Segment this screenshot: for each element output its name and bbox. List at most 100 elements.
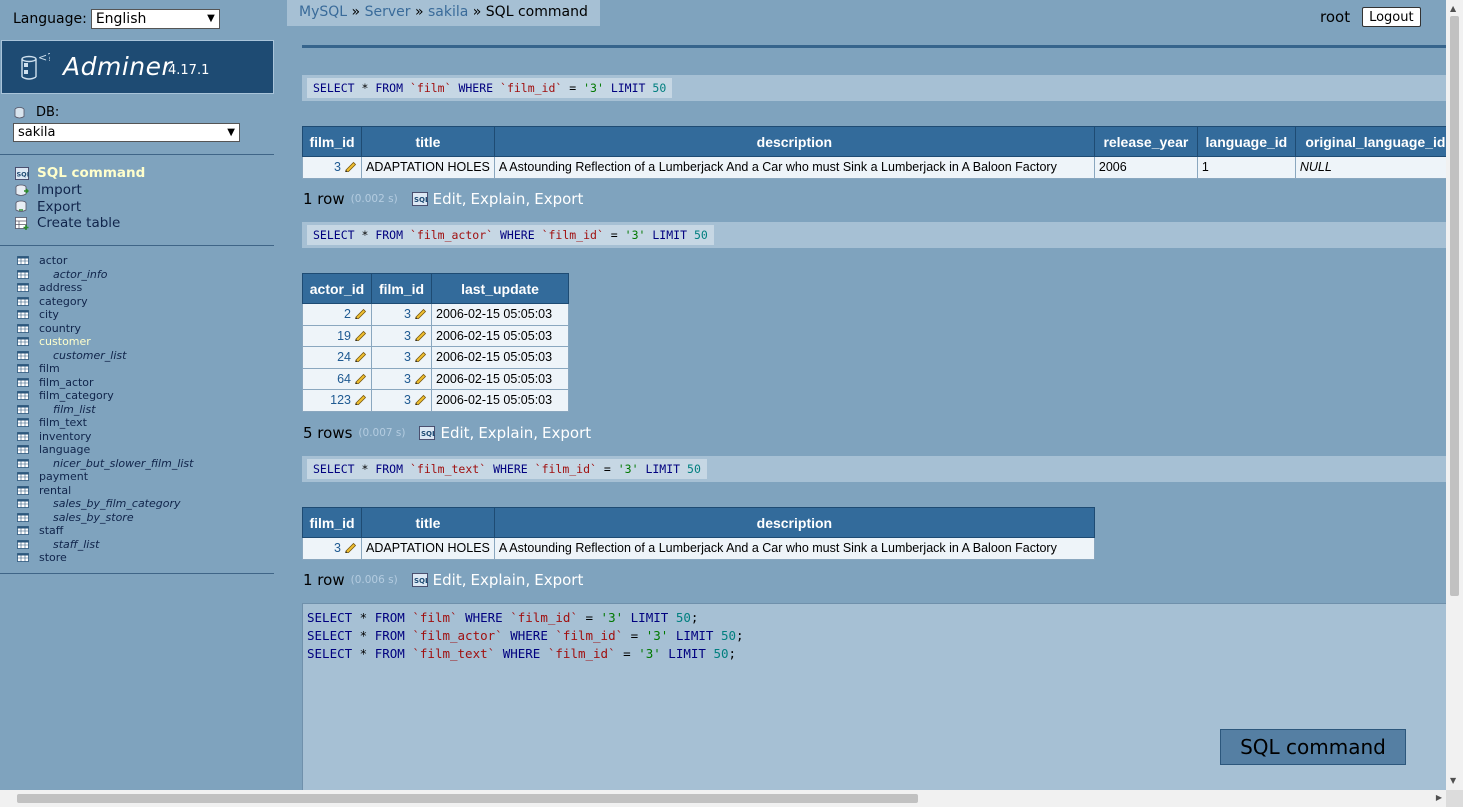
- table-link[interactable]: customer_list: [53, 349, 126, 362]
- column-header[interactable]: description: [493, 507, 1095, 538]
- table-item-actor_info[interactable]: actor_info: [17, 268, 193, 282]
- table-item-sales_by_film_category[interactable]: sales_by_film_category: [17, 497, 193, 511]
- explain-link[interactable]: Explain: [471, 571, 526, 589]
- table-item-nicer_but_slower_film_list[interactable]: nicer_but_slower_film_list: [17, 457, 193, 471]
- menu-item-import[interactable]: Import: [15, 182, 145, 199]
- column-header[interactable]: title: [361, 126, 495, 157]
- table-icon[interactable]: [17, 472, 29, 482]
- table-item-inventory[interactable]: inventory: [17, 430, 193, 444]
- horizontal-scrollbar[interactable]: ▶: [0, 790, 1446, 807]
- key-link[interactable]: 24: [337, 350, 351, 364]
- table-icon[interactable]: [17, 256, 29, 266]
- query-sql[interactable]: SELECT * FROM `film` WHERE `film_id` = '…: [307, 78, 673, 98]
- explain-link[interactable]: Explain: [478, 424, 533, 442]
- table-item-film[interactable]: film: [17, 362, 193, 376]
- table-link[interactable]: nicer_but_slower_film_list: [53, 457, 193, 470]
- key-link[interactable]: 3: [334, 160, 341, 174]
- table-link[interactable]: payment: [39, 470, 88, 483]
- run-sql-button[interactable]: SQL command: [1220, 729, 1406, 765]
- table-link[interactable]: sales_by_film_category: [53, 497, 181, 510]
- table-icon[interactable]: [17, 526, 29, 536]
- edit-link[interactable]: [411, 350, 427, 364]
- column-header[interactable]: language_id: [1196, 126, 1296, 157]
- table-link[interactable]: film_category: [39, 389, 114, 402]
- table-icon[interactable]: [17, 283, 29, 293]
- table-icon[interactable]: [17, 553, 29, 563]
- logout-button[interactable]: Logout: [1362, 7, 1421, 27]
- table-link[interactable]: customer: [39, 335, 91, 348]
- table-item-film_text[interactable]: film_text: [17, 416, 193, 430]
- table-icon[interactable]: [17, 391, 29, 401]
- table-item-sales_by_store[interactable]: sales_by_store: [17, 511, 193, 525]
- table-item-language[interactable]: language: [17, 443, 193, 457]
- table-link[interactable]: category: [39, 295, 88, 308]
- table-link[interactable]: sales_by_store: [53, 511, 134, 524]
- key-link[interactable]: 3: [404, 372, 411, 386]
- key-link[interactable]: 3: [404, 329, 411, 343]
- table-link[interactable]: city: [39, 308, 59, 321]
- table-link[interactable]: film: [39, 362, 60, 375]
- edit-link[interactable]: [351, 329, 367, 343]
- scroll-right-icon[interactable]: ▶: [1436, 793, 1442, 802]
- table-item-staff[interactable]: staff: [17, 524, 193, 538]
- table-item-film_category[interactable]: film_category: [17, 389, 193, 403]
- table-link[interactable]: staff_list: [53, 538, 99, 551]
- edit-link[interactable]: [341, 541, 357, 555]
- table-icon[interactable]: [17, 418, 29, 428]
- key-link[interactable]: 64: [337, 372, 351, 386]
- table-icon[interactable]: [17, 296, 29, 306]
- column-header[interactable]: original_language_id: [1294, 126, 1456, 157]
- table-icon[interactable]: [17, 512, 29, 522]
- column-header[interactable]: film_id: [302, 126, 362, 157]
- explain-link[interactable]: Explain: [471, 190, 526, 208]
- table-link[interactable]: film_actor: [39, 376, 94, 389]
- table-icon[interactable]: [17, 364, 29, 374]
- table-item-customer[interactable]: customer: [17, 335, 193, 349]
- table-item-staff_list[interactable]: staff_list: [17, 538, 193, 552]
- table-icon[interactable]: [17, 323, 29, 333]
- key-link[interactable]: 19: [337, 329, 351, 343]
- query-sql[interactable]: SELECT * FROM `film_text` WHERE `film_id…: [307, 459, 707, 479]
- table-link[interactable]: actor_info: [53, 268, 107, 281]
- table-item-film_actor[interactable]: film_actor: [17, 376, 193, 390]
- table-item-city[interactable]: city: [17, 308, 193, 322]
- table-item-customer_list[interactable]: customer_list: [17, 349, 193, 363]
- table-icon[interactable]: [17, 404, 29, 414]
- language-select[interactable]: English: [90, 9, 220, 29]
- table-item-payment[interactable]: payment: [17, 470, 193, 484]
- table-icon[interactable]: [17, 458, 29, 468]
- column-header[interactable]: title: [361, 507, 495, 538]
- table-icon[interactable]: [17, 445, 29, 455]
- scroll-up-icon[interactable]: ▲: [1450, 4, 1456, 13]
- column-header[interactable]: film_id: [302, 507, 362, 538]
- edit-query-link[interactable]: Edit: [433, 571, 462, 589]
- table-link[interactable]: actor: [39, 254, 67, 267]
- key-link[interactable]: 123: [330, 393, 351, 407]
- key-link[interactable]: 2: [344, 307, 351, 321]
- export-link[interactable]: Export: [534, 190, 583, 208]
- table-item-country[interactable]: country: [17, 322, 193, 336]
- table-item-category[interactable]: category: [17, 295, 193, 309]
- key-link[interactable]: 3: [404, 393, 411, 407]
- scroll-thumb[interactable]: [1450, 16, 1459, 596]
- table-icon[interactable]: [17, 350, 29, 360]
- table-icon[interactable]: [17, 377, 29, 387]
- table-link[interactable]: film_list: [53, 403, 96, 416]
- edit-query-link[interactable]: Edit: [433, 190, 462, 208]
- vertical-scrollbar[interactable]: ▲ ▼: [1446, 0, 1463, 790]
- table-link[interactable]: language: [39, 443, 90, 456]
- table-link[interactable]: inventory: [39, 430, 91, 443]
- table-icon[interactable]: [17, 539, 29, 549]
- edit-link[interactable]: [351, 393, 367, 407]
- edit-link[interactable]: [411, 393, 427, 407]
- key-link[interactable]: 3: [334, 541, 341, 555]
- table-icon[interactable]: [17, 269, 29, 279]
- key-link[interactable]: 3: [404, 307, 411, 321]
- query-sql[interactable]: SELECT * FROM `film_actor` WHERE `film_i…: [307, 225, 714, 245]
- column-header[interactable]: description: [493, 126, 1095, 157]
- table-icon[interactable]: [17, 485, 29, 495]
- edit-link[interactable]: [351, 372, 367, 386]
- menu-item-export[interactable]: Export: [15, 198, 145, 215]
- table-link[interactable]: rental: [39, 484, 71, 497]
- sql-editor[interactable]: SELECT * FROM `film` WHERE `film_id` = '…: [302, 603, 1447, 803]
